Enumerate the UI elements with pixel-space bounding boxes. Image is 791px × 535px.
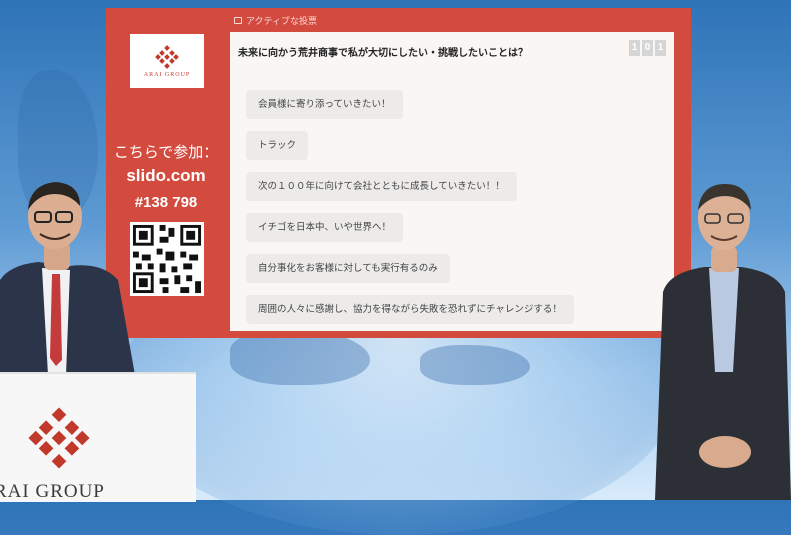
- poll-question: 未来に向かう荒井商事で私が大切にしたい・挑戦したいことは？: [238, 48, 528, 59]
- poll-content: 未来に向かう荒井商事で私が大切にしたい・挑戦したいことは？ 1 0 1 会員様に…: [230, 32, 674, 331]
- response-counter: 1 0 1: [629, 40, 666, 56]
- join-label: こちらで参加：: [113, 144, 219, 161]
- podium: RAI GROUP: [0, 372, 196, 502]
- counter-digit: 0: [642, 40, 653, 56]
- arai-logo-icon: [155, 44, 179, 69]
- presenter-left: [0, 182, 135, 375]
- counter-digit: 1: [655, 40, 666, 56]
- answer-item: 次の１００年に向けて会社とともに成長していきたい！！: [246, 172, 517, 201]
- presenter-right: [655, 184, 791, 500]
- logo-text: ARAI GROUP: [143, 71, 191, 78]
- poll-icon: [234, 17, 242, 24]
- background-land: [420, 345, 530, 385]
- slido-presentation-panel: ARAI GROUP こちらで参加： slido.com #138 798 アク…: [106, 8, 691, 338]
- arai-logo-icon: [28, 407, 90, 469]
- answer-item: 自分事化をお客様に対しても実行有るのみ: [246, 254, 450, 283]
- active-poll-label: アクティブな投票: [246, 17, 318, 27]
- counter-digit: 1: [629, 40, 640, 56]
- answer-list: 会員様に寄り添っていきたい！ トラック 次の１００年に向けて会社とともに成長して…: [246, 90, 656, 331]
- answer-item: 周囲の人々に感謝し、協力を得ながら失敗を恐れずにチャレンジする！: [246, 295, 574, 324]
- active-poll-header: アクティブな投票: [234, 14, 317, 27]
- answer-item: トラック: [246, 131, 309, 160]
- qr-code[interactable]: [130, 222, 204, 296]
- arai-group-logo: ARAI GROUP: [130, 34, 204, 88]
- answer-item: 会員様に寄り添っていきたい！: [246, 90, 403, 119]
- answer-item: イチゴを日本中、いや世界へ！: [246, 213, 404, 242]
